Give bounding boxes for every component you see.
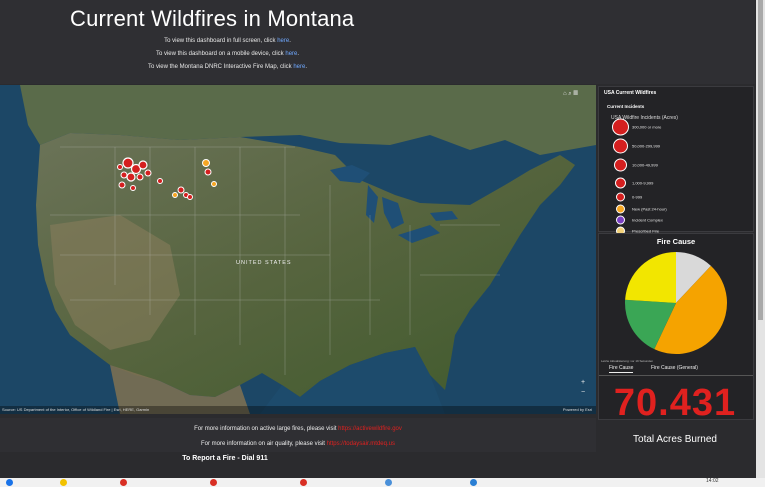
- acres-burned-stat: 70.431 Total Acres Burned: [598, 380, 752, 452]
- activewildfire-link[interactable]: https://activewildfire.gov: [338, 426, 402, 432]
- home-icon[interactable]: ⌂: [563, 91, 567, 97]
- tab-fire-cause[interactable]: Fire Cause: [609, 365, 634, 373]
- zoom-in-button[interactable]: +: [578, 378, 588, 388]
- search-icon[interactable]: ⌕: [568, 91, 571, 97]
- app-icon-2[interactable]: [470, 479, 477, 486]
- legend-item: 1,000-9,999: [611, 177, 751, 189]
- fire-icon: [613, 158, 627, 172]
- info-panel: For more information on active large fir…: [0, 418, 596, 452]
- browser-icon[interactable]: [120, 479, 127, 486]
- fire-icon: [611, 118, 629, 136]
- browser-icon-3[interactable]: [300, 479, 307, 486]
- fire-cause-pie: [625, 252, 727, 354]
- cause-tabs: Fire Cause Fire Cause (General): [599, 363, 753, 376]
- fire-cause-title: Fire Cause: [656, 237, 696, 246]
- start-icon[interactable]: [6, 479, 13, 486]
- acres-burned-value: 70.431: [613, 382, 737, 424]
- map-canvas[interactable]: UNITED STATES: [0, 85, 596, 414]
- acres-burned-label: Total Acres Burned: [633, 434, 717, 445]
- esri-credit[interactable]: Powered by Esri: [563, 407, 592, 412]
- legend-subtitle: Current Incidents: [607, 104, 645, 109]
- mobile-link[interactable]: here: [285, 51, 297, 57]
- report-fire-text: To Report a Fire - Dial 911: [182, 455, 268, 462]
- attribution-text: Source: US Department of the Interior, O…: [2, 407, 150, 412]
- clock: 14:02: [706, 478, 719, 484]
- legend-item: 10,000-49,999: [611, 158, 751, 172]
- legend-item: 0-999: [611, 191, 751, 203]
- tab-fire-cause-general[interactable]: Fire Cause (General): [651, 365, 698, 371]
- legend-item-label: 1,000-9,999: [632, 180, 654, 186]
- os-taskbar: 14:02: [0, 478, 765, 487]
- explorer-icon[interactable]: [60, 479, 67, 486]
- mobile-line: To view this dashboard on a mobile devic…: [155, 51, 300, 57]
- legend-item-label: 50,000-299,999: [632, 143, 661, 149]
- zoom-controls: + −: [578, 378, 588, 398]
- page-title: Current Wildfires in Montana: [70, 6, 355, 31]
- legend-item: 300,000 or more: [611, 118, 751, 136]
- legend-item-label: 10,000-49,999: [632, 162, 658, 168]
- fire-icon: [614, 177, 626, 189]
- fullscreen-line: To view this dashboard in full screen, c…: [164, 38, 291, 44]
- fire-icon: [615, 192, 625, 202]
- large-fires-line: For more information on active large fir…: [194, 426, 402, 432]
- fire-icon: [612, 138, 628, 154]
- dashboard-header: Current Wildfires in Montana To view thi…: [0, 0, 755, 84]
- dnrc-line: To view the Montana DNRC Interactive Fir…: [147, 64, 308, 70]
- air-quality-line: For more information on air quality, ple…: [201, 441, 395, 447]
- fire-icon: [615, 215, 625, 225]
- legend-item-label: New (Past 24-hour): [632, 206, 667, 212]
- browser-icon-2[interactable]: [210, 479, 217, 486]
- legend-panel: USA Current Wildfires Current Incidents …: [598, 86, 754, 236]
- legend-item-label: Incident Complex: [632, 217, 663, 223]
- legend-title: USA Current Wildfires: [604, 90, 657, 96]
- fire-icon: [615, 204, 625, 214]
- legend-item-label: 0-999: [632, 194, 643, 200]
- fullscreen-link[interactable]: here: [277, 38, 289, 44]
- map-attribution: Source: US Department of the Interior, O…: [0, 406, 596, 414]
- dnrc-link[interactable]: here: [293, 64, 305, 70]
- scrollbar-thumb[interactable]: [758, 0, 763, 320]
- page-scrollbar[interactable]: [756, 0, 765, 478]
- wildfire-map[interactable]: UNITED STATES: [0, 85, 596, 414]
- zoom-out-button[interactable]: −: [578, 388, 588, 398]
- legend-item: 50,000-299,999: [611, 138, 751, 154]
- air-quality-link[interactable]: https://todaysair.mtdeq.us: [327, 441, 395, 447]
- legend-item-label: 300,000 or more: [632, 124, 662, 130]
- country-label: UNITED STATES: [236, 260, 292, 266]
- app-icon[interactable]: [385, 479, 392, 486]
- map-toolbar: ⌂ ⌕ ▦: [563, 91, 578, 98]
- pie-slice[interactable]: [625, 252, 676, 303]
- grid-icon[interactable]: ▦: [573, 91, 578, 97]
